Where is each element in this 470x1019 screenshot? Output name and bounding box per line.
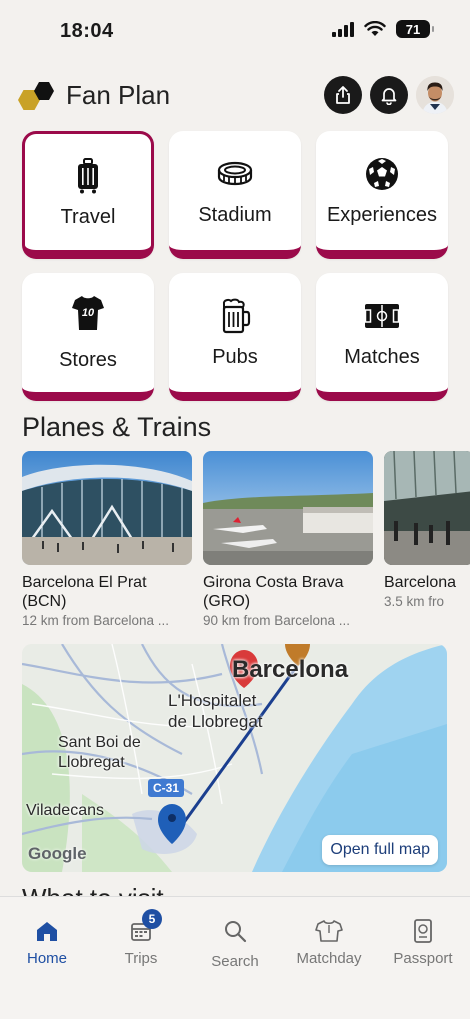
bell-icon bbox=[381, 88, 397, 105]
tile-label: Pubs bbox=[212, 346, 258, 368]
place-distance: 12 km from Barcelona ... bbox=[22, 613, 170, 628]
map-label-santboi: Sant Boi de Llobregat bbox=[58, 734, 141, 771]
road-shield: C-31 bbox=[152, 781, 179, 795]
place-photo-station bbox=[384, 451, 470, 565]
tile-stores[interactable]: 10 Stores bbox=[22, 273, 154, 401]
pitch-icon bbox=[364, 304, 400, 328]
home-icon bbox=[37, 922, 57, 941]
nav-label: Passport bbox=[393, 950, 453, 967]
svg-text:10: 10 bbox=[82, 307, 95, 319]
share-icon bbox=[336, 86, 350, 104]
status-icons: 71 bbox=[332, 20, 434, 38]
tile-label: Stadium bbox=[198, 204, 272, 226]
nav-matchday[interactable]: Matchday bbox=[282, 915, 376, 967]
cellular-signal-icon bbox=[332, 21, 354, 37]
nav-label: Matchday bbox=[296, 950, 362, 967]
map-view[interactable]: Barcelona L'Hospitalet de Llobregat Sant… bbox=[22, 644, 447, 872]
luggage-icon bbox=[78, 157, 98, 193]
nav-label: Home bbox=[26, 950, 67, 967]
shirt-icon bbox=[315, 920, 343, 942]
next-section-title: What to visit bbox=[22, 886, 222, 896]
status-bar: 18:04 71 bbox=[0, 0, 470, 60]
place-name: Barcelona bbox=[384, 574, 457, 591]
open-full-map-button[interactable]: Open full map bbox=[322, 835, 438, 865]
tile-travel[interactable]: Travel bbox=[22, 131, 154, 259]
status-time: 18:04 bbox=[60, 20, 114, 42]
place-card[interactable]: Barcelona 3.5 km fro bbox=[384, 451, 470, 609]
nav-home[interactable]: Home bbox=[0, 915, 94, 967]
google-logo: Google bbox=[28, 844, 87, 863]
tile-matches[interactable]: Matches bbox=[316, 273, 448, 401]
map-label-barcelona: Barcelona bbox=[232, 656, 349, 683]
trips-count-badge: 5 bbox=[142, 909, 162, 929]
notifications-button[interactable] bbox=[370, 76, 408, 114]
app-header: Fan Plan bbox=[18, 72, 454, 118]
stadium-icon bbox=[217, 161, 253, 186]
nav-passport[interactable]: Passport bbox=[376, 915, 470, 967]
nav-trips[interactable]: 5 Trips bbox=[94, 909, 188, 967]
map-label-viladecans: Viladecans bbox=[26, 802, 104, 819]
place-photo-bcn bbox=[22, 451, 192, 565]
fan-plan-logo bbox=[18, 80, 58, 110]
beer-mug-icon bbox=[222, 298, 251, 334]
nav-label: Search bbox=[211, 953, 259, 970]
place-distance: 3.5 km fro bbox=[384, 594, 445, 609]
place-name: Barcelona El Prat (BCN) bbox=[22, 574, 147, 610]
wifi-icon bbox=[364, 21, 386, 36]
tile-label: Stores bbox=[59, 349, 117, 371]
place-card[interactable]: Barcelona El Prat (BCN) 12 km from Barce… bbox=[22, 451, 192, 628]
place-name: Girona Costa Brava (GRO) bbox=[203, 574, 344, 610]
tile-label: Matches bbox=[344, 346, 420, 368]
place-distance: 90 km from Barcelona ... bbox=[203, 613, 351, 628]
place-photo-gro bbox=[203, 451, 373, 565]
tile-experiences[interactable]: Experiences bbox=[316, 131, 448, 259]
soccer-ball-icon bbox=[366, 158, 398, 190]
category-grid: Travel Stadium Experiences 10 Stores Pub… bbox=[22, 131, 448, 401]
section-title: Planes & Trains bbox=[22, 412, 212, 442]
avatar[interactable] bbox=[416, 76, 454, 114]
jersey-icon: 10 bbox=[72, 296, 104, 330]
map-label-hospitalet: L'Hospitalet de Llobregat bbox=[168, 691, 263, 731]
nav-label: Trips bbox=[124, 950, 158, 967]
brand-title: Fan Plan bbox=[66, 79, 171, 110]
passport-icon bbox=[414, 919, 432, 943]
place-card[interactable]: Girona Costa Brava (GRO) 90 km from Barc… bbox=[203, 451, 373, 628]
profile-photo bbox=[416, 76, 454, 114]
nav-search[interactable]: Search bbox=[188, 915, 282, 970]
battery-icon: 71 bbox=[396, 20, 434, 38]
tile-stadium[interactable]: Stadium bbox=[169, 131, 301, 259]
share-button[interactable] bbox=[324, 76, 362, 114]
search-icon bbox=[225, 921, 247, 943]
tile-label: Experiences bbox=[326, 204, 438, 226]
bottom-nav: Home 5 Trips Search Matchday Passport bbox=[0, 896, 470, 1019]
tile-label: Travel bbox=[60, 205, 116, 228]
tile-pubs[interactable]: Pubs bbox=[169, 273, 301, 401]
places-carousel[interactable]: Barcelona El Prat (BCN) 12 km from Barce… bbox=[22, 451, 470, 636]
